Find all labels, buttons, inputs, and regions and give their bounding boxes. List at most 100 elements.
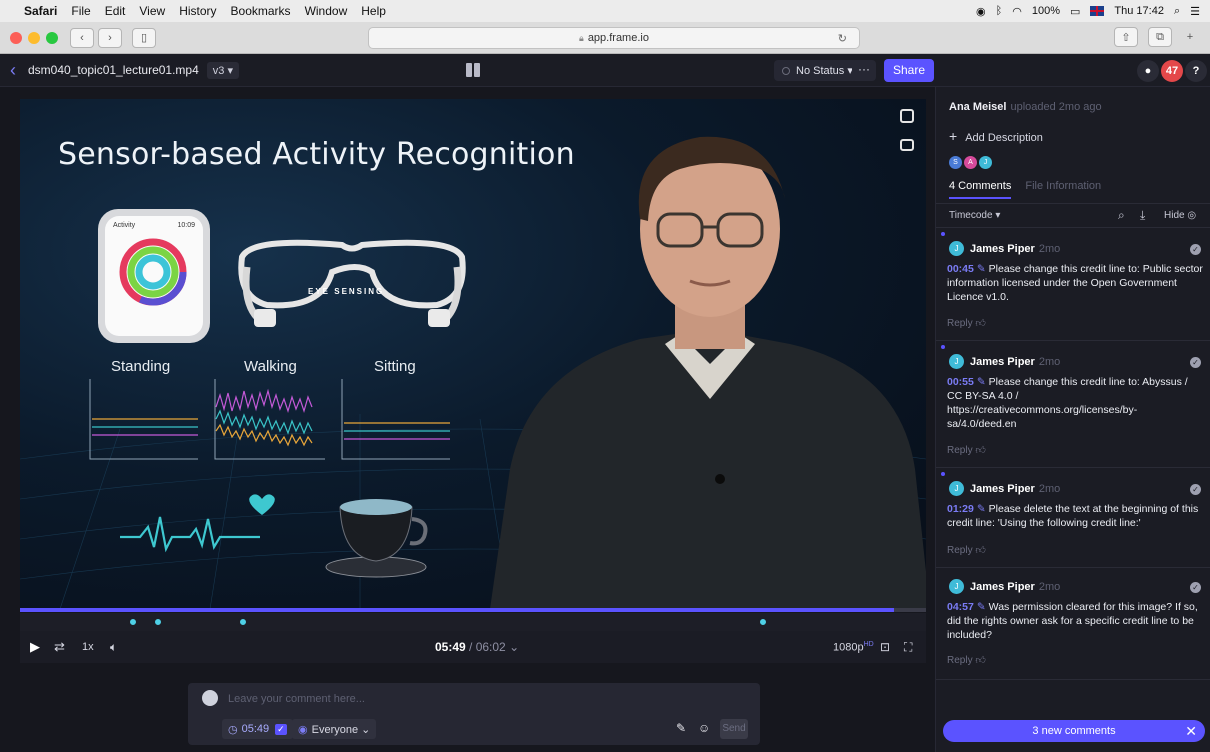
comment-timecode[interactable]: 04:57 xyxy=(947,601,974,613)
quality-label: 1080p xyxy=(833,641,864,654)
notifications-badge[interactable]: 47 xyxy=(1161,60,1183,82)
like-icon[interactable]: 👍︎ xyxy=(975,445,985,456)
complete-checkbox-icon[interactable]: ✓ xyxy=(1190,244,1201,255)
annotation-icon: ✎ xyxy=(976,601,986,613)
address-text: app.frame.io xyxy=(587,32,649,44)
fullscreen-icon[interactable]: ⛶ xyxy=(904,640,912,655)
spotlight-search-icon[interactable]: ⌕ xyxy=(1174,5,1180,18)
minimize-window-button[interactable] xyxy=(28,31,40,44)
user-account-icon[interactable]: ● xyxy=(1137,60,1159,82)
play-icon[interactable]: ▶ xyxy=(30,639,40,655)
address-bar[interactable]: 🔒︎ app.frame.io ↻ xyxy=(368,27,860,49)
menu-file[interactable]: File xyxy=(71,4,90,18)
search-icon[interactable]: ⌕ xyxy=(1118,208,1125,223)
menu-safari[interactable]: Safari xyxy=(24,4,57,18)
complete-checkbox-icon[interactable]: ✓ xyxy=(1190,582,1201,593)
player-controls: ▶ ⇄ 1x 🔈︎ 05:49 / 06:02 ⌄ 1080pHD ⊡ ⛶ xyxy=(20,631,926,663)
tab-comments[interactable]: 4 Comments xyxy=(949,180,1012,199)
loop-icon[interactable]: ⇄ xyxy=(54,639,65,655)
avatar[interactable]: A xyxy=(964,156,977,169)
audience-selector[interactable]: ◉ Everyone ⌄ xyxy=(292,719,377,739)
comment-marker[interactable] xyxy=(153,617,163,627)
smartwatch-image: Activity 10:09 xyxy=(98,209,210,343)
reply-button[interactable]: Reply 👍︎ xyxy=(947,317,986,329)
comment-timecode[interactable]: 00:55 xyxy=(947,376,974,388)
notification-center-icon[interactable]: ☰ xyxy=(1190,5,1200,18)
clock[interactable]: Thu 17:42 xyxy=(1114,5,1164,17)
comment-markers-track xyxy=(20,613,926,631)
quality-selector[interactable]: 1080pHD xyxy=(833,641,874,654)
like-icon[interactable]: 👍︎ xyxy=(975,655,985,666)
zoom-window-button[interactable] xyxy=(46,31,58,44)
volume-icon[interactable]: 🔈︎ xyxy=(110,640,117,655)
comment-item[interactable]: J James Piper 2mo ✓ 01:29 ✎ Please delete t… xyxy=(936,467,1210,567)
comment-marker[interactable] xyxy=(238,617,248,627)
comment-toggle-icon[interactable] xyxy=(900,109,914,123)
emoji-icon[interactable]: ☺ xyxy=(698,721,710,735)
download-icon[interactable]: ⤓ xyxy=(1140,208,1145,223)
wifi-icon[interactable]: ◠ xyxy=(1012,5,1022,18)
comment-input[interactable]: Leave your comment here... xyxy=(228,693,365,705)
help-button[interactable]: ? xyxy=(1185,60,1207,82)
menu-bookmarks[interactable]: Bookmarks xyxy=(231,4,291,18)
avatar[interactable]: S xyxy=(949,156,962,169)
reply-button[interactable]: Reply 👍︎ xyxy=(947,544,986,556)
input-source-flag-icon[interactable] xyxy=(1090,6,1105,16)
new-tab-icon[interactable]: + xyxy=(1182,27,1198,47)
tabs-overview-icon[interactable]: ⧉ xyxy=(1148,27,1172,47)
playback-speed[interactable]: 1x xyxy=(82,641,94,653)
more-options-button[interactable]: ··· xyxy=(852,60,876,81)
draw-annotation-icon[interactable]: ✎ xyxy=(676,721,686,735)
comment-marker[interactable] xyxy=(128,617,138,627)
close-window-button[interactable] xyxy=(10,31,22,44)
send-button[interactable]: Send xyxy=(720,719,748,739)
eye-sensing-label: EYE SENSING xyxy=(308,287,385,296)
timecode-toggle[interactable]: ◷ 05:49 ✓ xyxy=(222,719,293,739)
annotation-icon: ✎ xyxy=(976,376,986,388)
new-comments-banner[interactable]: 3 new comments ✕ xyxy=(943,720,1205,742)
annotation-icon[interactable] xyxy=(900,139,914,151)
smart-glasses-image xyxy=(238,239,466,327)
timecode-display[interactable]: 05:49 / 06:02 ⌄ xyxy=(435,640,519,654)
reply-button[interactable]: Reply 👍︎ xyxy=(947,654,986,666)
sort-dropdown[interactable]: Timecode ▾ xyxy=(949,210,1000,221)
tab-file-information[interactable]: File Information xyxy=(1025,180,1101,199)
menu-window[interactable]: Window xyxy=(305,4,348,18)
menu-help[interactable]: Help xyxy=(361,4,386,18)
comment-timecode[interactable]: 00:45 xyxy=(947,263,974,275)
safe-zones-icon[interactable]: ⊡ xyxy=(880,640,890,654)
hide-completed-toggle[interactable]: Hide ◎ xyxy=(1164,210,1196,221)
like-icon[interactable]: 👍︎ xyxy=(975,318,985,329)
camera-status-icon[interactable]: ◉ xyxy=(976,5,986,18)
comment-item[interactable]: J James Piper 2mo ✓ 00:55 ✎ Please change t… xyxy=(936,340,1210,467)
add-description-button[interactable]: + Add Description xyxy=(949,128,1043,144)
sidebar-toggle-icon[interactable]: ▯ xyxy=(132,27,156,48)
battery-icon[interactable]: ▭ xyxy=(1070,5,1080,18)
back-to-project-icon[interactable]: ‹ xyxy=(10,60,16,81)
comment-item[interactable]: J James Piper 2mo ✓ 04:57 ✎ Was permission … xyxy=(936,567,1210,680)
menu-history[interactable]: History xyxy=(179,4,216,18)
status-dropdown[interactable]: No Status ▾ xyxy=(774,60,861,81)
back-icon[interactable]: ‹ xyxy=(70,27,94,48)
share-sheet-icon[interactable]: ⇧ xyxy=(1114,27,1138,47)
menu-edit[interactable]: Edit xyxy=(105,4,126,18)
complete-checkbox-icon[interactable]: ✓ xyxy=(1190,357,1201,368)
reply-button[interactable]: Reply 👍︎ xyxy=(947,444,986,456)
uploader-name: Ana Meisel xyxy=(949,101,1007,113)
comment-marker[interactable] xyxy=(758,617,768,627)
comment-item[interactable]: J James Piper 2mo ✓ 00:45 ✎ Please change t… xyxy=(936,227,1210,340)
progress-bar[interactable] xyxy=(20,608,926,612)
avatar[interactable]: J xyxy=(979,156,992,169)
video-frame[interactable]: Sensor-based Activity Recognition Activi… xyxy=(20,99,926,609)
forward-icon[interactable]: › xyxy=(98,27,122,48)
close-icon[interactable]: ✕ xyxy=(1185,720,1197,742)
compare-view-icon[interactable] xyxy=(466,63,488,77)
reload-icon[interactable]: ↻ xyxy=(838,32,847,45)
menu-view[interactable]: View xyxy=(139,4,165,18)
complete-checkbox-icon[interactable]: ✓ xyxy=(1190,484,1201,495)
like-icon[interactable]: 👍︎ xyxy=(975,545,985,556)
share-button[interactable]: Share xyxy=(884,59,934,82)
bluetooth-icon[interactable]: ᛒ xyxy=(996,5,1003,17)
comment-timecode[interactable]: 01:29 xyxy=(947,503,974,515)
version-selector[interactable]: v3 ▾ xyxy=(206,61,239,79)
